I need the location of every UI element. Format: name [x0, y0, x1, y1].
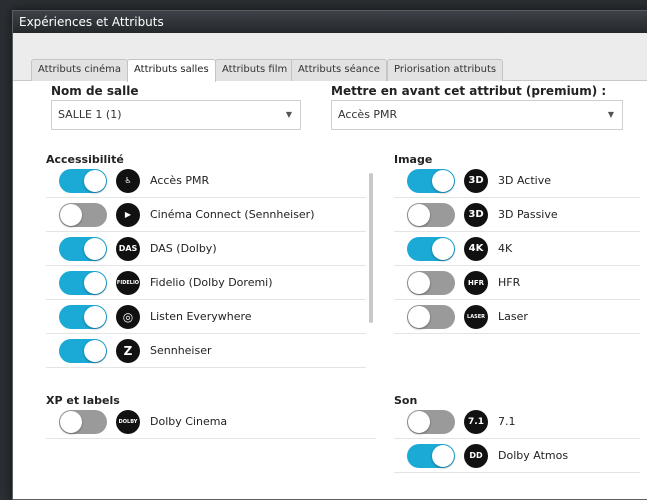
toggle-dolby-cinema[interactable] [59, 410, 107, 434]
toggle-cinema-connect[interactable] [59, 203, 107, 227]
toggle-4k[interactable] [407, 237, 455, 261]
toggle-knob [60, 411, 82, 433]
toggle-3d-passive[interactable] [407, 203, 455, 227]
toggle-knob [84, 272, 106, 294]
tab-bar: Attributs cinéma Attributs salles Attrib… [13, 33, 647, 82]
attribute-label: DAS (Dolby) [150, 242, 217, 255]
tab-attributs-seance[interactable]: Attributs séance [291, 59, 387, 81]
salle-select-value: SALLE 1 (1) [58, 108, 122, 121]
toggle-laser[interactable] [407, 305, 455, 329]
attributes-window: Expériences et Attributs Attributs ciném… [12, 10, 647, 500]
toggle-knob [432, 170, 454, 192]
attribute-row-cinema-connect: ▶ Cinéma Connect (Sennheiser) [46, 198, 366, 232]
dolby-atmos-icon: DD [464, 444, 488, 468]
chevron-down-icon: ▼ [607, 110, 614, 119]
hfr-icon: HFR [464, 271, 488, 295]
toggle-dolby-atmos[interactable] [407, 444, 455, 468]
headphones-icon: ◎ [116, 305, 140, 329]
fidelio-icon: FIDELIO [116, 271, 140, 295]
attribute-row-hfr: HFR HFR [394, 266, 640, 300]
attribute-label: Laser [498, 310, 528, 323]
toggle-knob [432, 238, 454, 260]
attribute-row-dolby-atmos: DD Dolby Atmos [394, 439, 640, 473]
window-title: Expériences et Attributs [13, 11, 647, 33]
toggle-knob [408, 411, 430, 433]
attribute-label: HFR [498, 276, 521, 289]
attribute-label: Fidelio (Dolby Doremi) [150, 276, 273, 289]
dolby-cinema-icon: DOLBY [116, 410, 140, 434]
toggle-das[interactable] [59, 237, 107, 261]
toggle-listen-everywhere[interactable] [59, 305, 107, 329]
tab-attributs-cinema[interactable]: Attributs cinéma [31, 59, 129, 81]
attribute-row-7-1: 7.1 7.1 [394, 405, 640, 439]
toggle-sennheiser[interactable] [59, 339, 107, 363]
sennheiser-icon: Z [116, 339, 140, 363]
toggle-knob [84, 238, 106, 260]
toggle-knob [84, 306, 106, 328]
salle-select[interactable]: SALLE 1 (1) ▼ [51, 100, 301, 130]
laser-icon: LASER [464, 305, 488, 329]
premium-select[interactable]: Accès PMR ▼ [331, 100, 623, 130]
toggle-7-1[interactable] [407, 410, 455, 434]
attribute-row-acces-pmr: ♿ Accès PMR [46, 164, 366, 198]
attribute-label: Dolby Cinema [150, 415, 228, 428]
3d-active-icon: 3D [464, 169, 488, 193]
3d-passive-icon: 3D [464, 203, 488, 227]
attribute-label: 3D Active [498, 174, 551, 187]
attribute-label: Dolby Atmos [498, 449, 569, 462]
attribute-row-3d-active: 3D 3D Active [394, 164, 640, 198]
toggle-knob [432, 445, 454, 467]
attribute-label: Listen Everywhere [150, 310, 252, 323]
toggle-knob [60, 204, 82, 226]
toggle-acces-pmr[interactable] [59, 169, 107, 193]
7-1-icon: 7.1 [464, 410, 488, 434]
attribute-row-dolby-cinema: DOLBY Dolby Cinema [46, 405, 376, 439]
tab-attributs-salles[interactable]: Attributs salles [127, 59, 216, 82]
attribute-label: Sennheiser [150, 344, 212, 357]
attribute-row-fidelio: FIDELIO Fidelio (Dolby Doremi) [46, 266, 366, 300]
toggle-knob [408, 204, 430, 226]
attribute-row-sennheiser: Z Sennheiser [46, 334, 366, 368]
attribute-row-listen-everywhere: ◎ Listen Everywhere [46, 300, 366, 334]
das-icon: DAS [116, 237, 140, 261]
accessibilite-scrollbar[interactable] [369, 173, 373, 323]
attribute-label: 4K [498, 242, 513, 255]
premium-label: Mettre en avant cet attribut (premium) : [331, 84, 607, 98]
attribute-row-laser: LASER Laser [394, 300, 640, 334]
attribute-row-das: DAS DAS (Dolby) [46, 232, 366, 266]
tab-priorisation-attributs[interactable]: Priorisation attributs [387, 59, 504, 81]
attribute-label: 7.1 [498, 415, 516, 428]
attribute-row-3d-passive: 3D 3D Passive [394, 198, 640, 232]
toggle-knob [84, 340, 106, 362]
chevron-down-icon: ▼ [285, 110, 292, 119]
toggle-hfr[interactable] [407, 271, 455, 295]
attribute-row-4k: 4K 4K [394, 232, 640, 266]
toggle-knob [84, 170, 106, 192]
attribute-label: 3D Passive [498, 208, 558, 221]
toggle-knob [408, 272, 430, 294]
4k-icon: 4K [464, 237, 488, 261]
cinema-connect-icon: ▶ [116, 203, 140, 227]
toggle-fidelio[interactable] [59, 271, 107, 295]
toggle-knob [408, 306, 430, 328]
premium-select-value: Accès PMR [338, 108, 398, 121]
attribute-label: Cinéma Connect (Sennheiser) [150, 208, 315, 221]
wheelchair-icon: ♿ [116, 169, 140, 193]
toggle-3d-active[interactable] [407, 169, 455, 193]
salle-label: Nom de salle [51, 84, 139, 98]
tab-attributs-film[interactable]: Attributs film [215, 59, 295, 81]
attribute-label: Accès PMR [150, 174, 210, 187]
